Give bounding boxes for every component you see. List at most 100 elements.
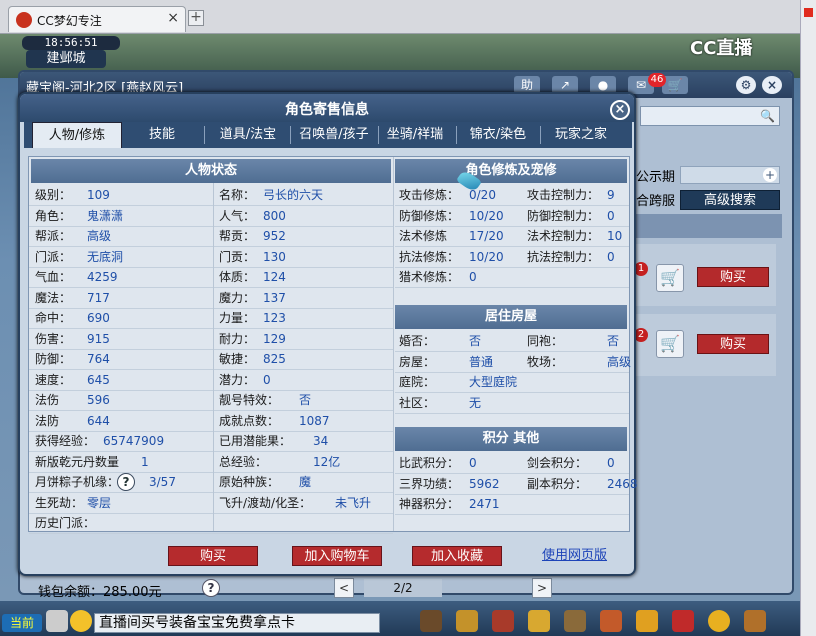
record-indicator-icon: [804, 8, 813, 17]
close-panel-icon[interactable]: ×: [762, 76, 782, 94]
section-house: 居住房屋: [395, 305, 627, 329]
cultivation-label: 攻击控制力：: [527, 188, 600, 202]
character-info-panel: 人物状态 级别： 109 角色： 鬼潇潇 帮派： 高级 门派： 无底洞 气血： 4259 魔法： 71…: [28, 156, 638, 534]
status-value: 12亿: [313, 454, 341, 469]
gang-icon[interactable]: [636, 610, 658, 632]
close-tab-icon[interactable]: ×: [167, 10, 179, 26]
status-label: 力量：: [219, 311, 256, 325]
row-divider: [395, 514, 629, 515]
tab-items[interactable]: 道具/法宝: [208, 122, 288, 148]
add-to-favorites-button[interactable]: 加入收藏: [412, 546, 502, 566]
status-value: 596: [87, 393, 110, 407]
row-divider: [29, 266, 393, 268]
chat-channel-current[interactable]: 当前: [2, 614, 42, 632]
mall-icon[interactable]: [672, 610, 694, 632]
add-to-cart-button[interactable]: 加入购物车: [292, 546, 382, 566]
game-clock: 18:56:51: [22, 36, 120, 50]
status-label: 门贡：: [219, 249, 256, 264]
tab-summons[interactable]: 召唤兽/孩子: [292, 122, 376, 148]
pack-icon[interactable]: [456, 610, 478, 632]
buy-button-row-1[interactable]: 购买: [697, 267, 769, 287]
chat-input[interactable]: 直播间买号装备宝宝免费拿点卡: [94, 613, 380, 633]
tab-outfits[interactable]: 锦衣/染色: [460, 122, 536, 148]
row-number-badge: 1: [634, 262, 648, 276]
cultivation-value: 17/20: [469, 229, 504, 243]
tab-skills[interactable]: 技能: [132, 122, 192, 148]
status-value: 0: [263, 372, 271, 387]
skill-icon[interactable]: [492, 610, 514, 632]
tab-separator: [540, 126, 541, 144]
status-value: 129: [263, 331, 286, 346]
row-number-badge: 2: [634, 328, 648, 342]
wallet-help-icon[interactable]: ?: [202, 579, 220, 597]
browser-tab[interactable]: CC梦幻专注 ×: [8, 6, 186, 32]
status-value: 645: [87, 372, 110, 387]
face-icon[interactable]: [708, 610, 730, 632]
tab-separator: [204, 126, 205, 144]
house-value: 否: [607, 334, 620, 348]
gongshi-label: 公示期: [636, 170, 676, 185]
page-indicator: 2/2: [364, 579, 442, 597]
add-to-cart-icon[interactable]: 🛒: [656, 330, 684, 358]
next-page-button[interactable]: >: [532, 578, 552, 598]
dialog-tabs: 人物/修炼 技能 道具/法宝 召唤兽/孩子 坐骑/祥瑞 锦衣/染色 玩家之家: [24, 122, 632, 148]
section-cultivation: 角色修炼及宠修: [395, 159, 627, 183]
status-value: 弓长的六天: [263, 188, 324, 202]
city-name: 建邺城: [26, 50, 106, 68]
add-to-cart-icon[interactable]: 🛒: [656, 264, 684, 292]
status-value: 800: [263, 208, 286, 223]
house-label: 庭院：: [399, 375, 436, 389]
status-value: 109: [87, 188, 110, 202]
row-divider: [29, 348, 393, 350]
cultivation-value: 0: [607, 249, 615, 264]
status-label: 历史门派：: [35, 516, 96, 530]
settings-gear-icon[interactable]: ⚙: [736, 76, 756, 94]
status-value: 魔: [299, 475, 312, 489]
microphone-icon[interactable]: [46, 610, 68, 632]
dialog-header: 角色寄售信息 ×: [20, 94, 634, 122]
advanced-search-button[interactable]: 高级搜索: [680, 190, 780, 210]
status-value: 915: [87, 331, 110, 346]
section-character-status: 人物状态: [31, 159, 391, 183]
tab-player-home[interactable]: 玩家之家: [544, 122, 618, 148]
window-side-strip: [800, 0, 816, 636]
system-icon[interactable]: [744, 610, 766, 632]
status-label: 气血：: [35, 270, 72, 284]
house-label: 社区：: [399, 395, 436, 410]
use-web-version-link[interactable]: 使用网页版: [542, 546, 607, 566]
buy-button-row-2[interactable]: 购买: [697, 334, 769, 354]
status-label: 魔法：: [35, 290, 72, 305]
prev-page-button[interactable]: <: [334, 578, 354, 598]
tab-mounts[interactable]: 坐骑/祥瑞: [380, 122, 450, 148]
tab-separator: [456, 126, 457, 144]
plus-icon[interactable]: +: [763, 168, 777, 182]
buy-button[interactable]: 购买: [168, 546, 258, 566]
status-label: 靓号特效：: [219, 393, 280, 407]
status-label: 人气：: [219, 208, 256, 223]
points-label: 剑会积分：: [527, 456, 588, 470]
close-dialog-icon[interactable]: ×: [610, 100, 630, 120]
team-icon[interactable]: [564, 610, 586, 632]
cultivation-value: 0: [607, 208, 615, 223]
help-icon[interactable]: ?: [117, 473, 135, 491]
status-label: 名称：: [219, 188, 256, 202]
search-input[interactable]: 🔍: [640, 106, 780, 126]
status-value: 717: [87, 290, 110, 305]
new-tab-button[interactable]: +: [188, 10, 204, 26]
friend-icon[interactable]: [600, 610, 622, 632]
dialog-title: 角色寄售信息: [285, 102, 369, 118]
emoji-icon[interactable]: [70, 610, 92, 632]
cultivation-label: 防御控制力：: [527, 208, 600, 223]
status-label: 帮派：: [35, 229, 72, 243]
status-label: 潜力：: [219, 372, 256, 387]
row-divider: [29, 328, 393, 329]
row-divider: [395, 412, 629, 414]
task-icon[interactable]: [528, 610, 550, 632]
cultivation-label: 法术修炼: [399, 229, 448, 243]
bag-icon[interactable]: [420, 610, 442, 632]
gongshi-select[interactable]: +: [680, 166, 780, 184]
tab-character[interactable]: 人物/修炼: [32, 122, 122, 148]
status-value: 825: [263, 352, 286, 366]
cultivation-value: 10: [607, 229, 623, 243]
search-icon[interactable]: 🔍: [760, 109, 775, 123]
